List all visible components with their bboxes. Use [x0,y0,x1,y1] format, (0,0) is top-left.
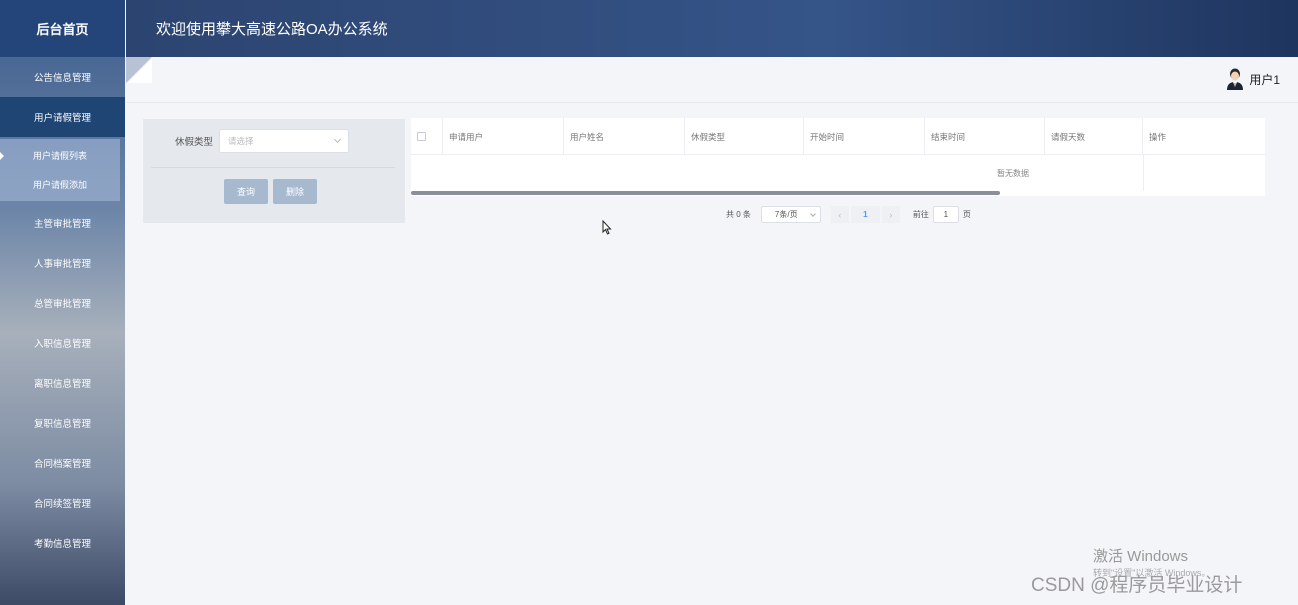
current-page[interactable]: 1 [850,206,880,223]
chevron-down-icon [810,210,816,217]
prev-page-button[interactable]: ‹ [830,206,849,223]
goto-label: 前往 [912,210,929,219]
chevron-down-icon [333,135,342,144]
leave-type-label: 休假类型 [175,137,214,148]
sidebar-item-contract-renewal[interactable]: 合同续签管理 [0,483,125,523]
mouse-cursor-icon [602,219,612,240]
query-button[interactable]: 查询 [224,179,268,204]
delete-button[interactable]: 删除 [273,179,317,204]
page-unit-label: 页 [962,210,971,219]
th-leave-days[interactable]: 请假天数 [1045,118,1143,155]
select-placeholder: 请选择 [228,136,254,146]
sidebar-item-reinstatement[interactable]: 复职信息管理 [0,403,125,443]
sidebar-item-attendance[interactable]: 考勤信息管理 [0,523,125,563]
table-header: 申请用户 用户姓名 休假类型 开始时间 结束时间 请假天数 操作 [411,118,1265,155]
collapse-fold-icon[interactable] [126,57,152,83]
sidebar-subitem-label: 用户请假列表 [32,151,87,161]
leave-type-field: 休假类型 请选择 [175,129,349,153]
leave-type-select[interactable]: 请选择 [219,129,349,153]
csdn-watermark: CSDN @程序员毕业设计 [1031,575,1243,596]
total-count: 共 0 条 [726,210,751,219]
pagination: 共 0 条 7条/页 ‹ 1 › 前往 1 页 [726,206,971,223]
th-leave-type[interactable]: 休假类型 [685,118,804,155]
horizontal-scrollbar[interactable] [411,191,1000,195]
th-applicant[interactable]: 申请用户 [443,118,564,155]
sidebar-item-supervisor-approval[interactable]: 主管审批管理 [0,203,125,243]
sidebar-subitem-label: 用户请假添加 [32,180,87,190]
empty-text: 暂无数据 [997,168,1029,178]
next-page-button[interactable]: › [881,206,900,223]
th-start-time[interactable]: 开始时间 [804,118,925,155]
sidebar-subitem-leave-add[interactable]: 用户请假添加 [0,170,120,199]
leave-table: 申请用户 用户姓名 休假类型 开始时间 结束时间 请假天数 操作 暂无数据 [411,118,1265,196]
sidebar-subitem-leave-list[interactable]: 用户请假列表 [0,141,120,170]
th-end-time[interactable]: 结束时间 [925,118,1045,155]
th-actions: 操作 [1149,131,1167,142]
sidebar-item-onboarding[interactable]: 入职信息管理 [0,323,125,363]
user-name: 用户1 [1249,72,1280,87]
page-size-value: 7条/页 [774,210,798,219]
sidebar-brand-home[interactable]: 后台首页 [0,0,125,57]
page-title: 欢迎使用攀大高速公路OA办公系统 [156,21,388,38]
user-menu[interactable]: 用户1 [1225,68,1280,90]
goto-page-input[interactable]: 1 [932,206,959,223]
actions-column [1143,155,1265,191]
th-select-all [411,118,443,155]
sidebar-item-announcement[interactable]: 公告信息管理 [0,57,125,97]
th-user-name[interactable]: 用户姓名 [564,118,685,155]
search-panel: 休假类型 请选择 查询 删除 [143,119,405,223]
sidebar-item-user-leave[interactable]: 用户请假管理 [0,97,125,137]
top-header: 欢迎使用攀大高速公路OA办公系统 [126,0,1298,57]
divider [151,167,395,168]
active-arrow-icon [0,151,4,160]
sidebar-submenu: 用户请假列表 用户请假添加 [0,139,120,201]
sidebar-item-hr-approval[interactable]: 人事审批管理 [0,243,125,283]
sidebar: 后台首页 公告信息管理 用户请假管理 用户请假列表 用户请假添加 主管审批管理 … [0,0,125,605]
user-avatar-icon [1225,68,1245,90]
windows-activation-watermark: 激活 Windows [1093,548,1189,565]
topbar: 用户1 [126,57,1298,103]
sidebar-item-general-approval[interactable]: 总管审批管理 [0,283,125,323]
sidebar-item-resignation[interactable]: 离职信息管理 [0,363,125,403]
select-all-checkbox[interactable] [417,132,426,141]
page-size-select[interactable]: 7条/页 [760,206,821,223]
sidebar-item-contract-archive[interactable]: 合同档案管理 [0,443,125,483]
